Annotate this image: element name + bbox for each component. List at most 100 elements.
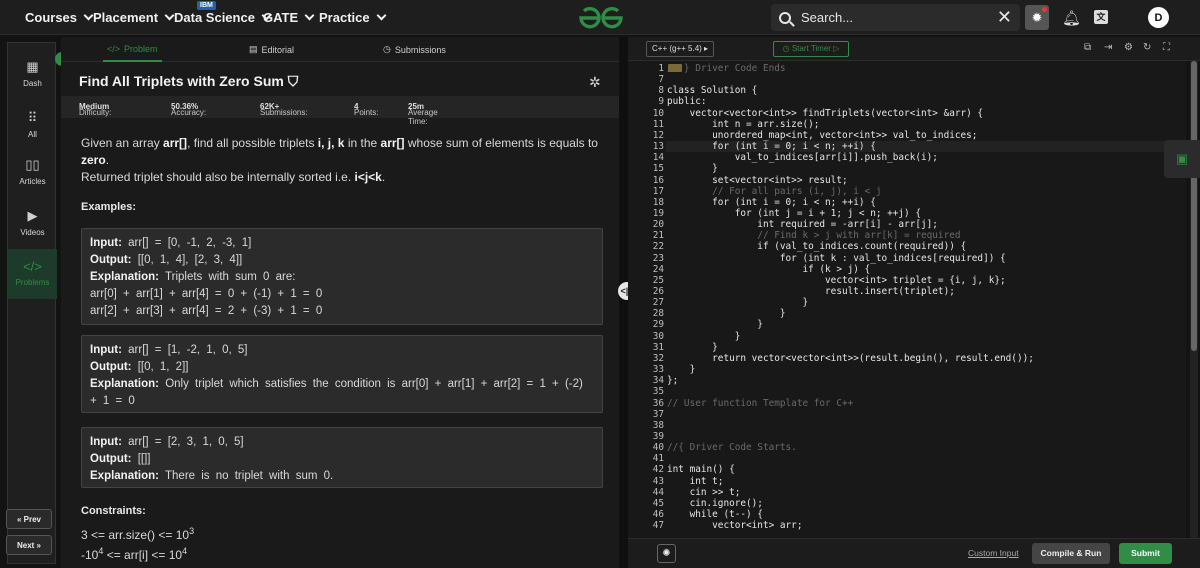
code-line[interactable]: vector<vector<int>> findTriplets(vector<…: [667, 108, 984, 119]
code-line[interactable]: int n = arr.size();: [667, 119, 819, 130]
left-sidebar: ▦ Dash ⠿ All ▯▯ Articles ▶ Videos </> Pr…: [7, 42, 57, 564]
translate-icon[interactable]: 文: [1094, 10, 1108, 24]
line-number: 22: [652, 241, 664, 253]
code-line[interactable]: vector<int> arr;: [667, 520, 802, 531]
tab-editorial[interactable]: ▤ Editorial: [249, 37, 294, 62]
nav-data-science[interactable]: Data Science: [174, 0, 272, 35]
code-line[interactable]: // Find k > j with arr[k] = required: [667, 230, 960, 241]
code-line[interactable]: return vector<vector<int>>(result.begin(…: [667, 353, 1034, 364]
submissions-count: Submissions: 62K+: [260, 102, 308, 117]
nav-practice-label: Practice: [319, 10, 370, 25]
code-icon: </>: [107, 43, 121, 54]
language-select[interactable]: C++ (g++ 5.4) ▸: [646, 41, 714, 57]
bookmark-icon[interactable]: ⛉: [284, 73, 299, 89]
tab-label: Problem: [124, 43, 158, 54]
bell-icon[interactable]: 🔔︎: [1062, 9, 1081, 27]
code-line[interactable]: int main() {: [667, 464, 735, 475]
next-button[interactable]: Next »: [6, 535, 52, 555]
fullscreen-icon[interactable]: ⛶: [1163, 42, 1170, 53]
sidebar-item-videos[interactable]: ▶ Videos: [8, 208, 57, 237]
sidebar-item-label: All: [28, 130, 37, 139]
avatar[interactable]: D: [1148, 7, 1169, 28]
line-number: 26: [652, 286, 664, 297]
code-line[interactable]: // For all pairs (i, j), i < j: [667, 186, 881, 197]
code-line[interactable]: for (int j = i + 1; j < n; ++j) {: [667, 208, 921, 219]
search-text: Search...: [801, 10, 854, 25]
code-line[interactable]: //{ Driver Code Starts.: [667, 442, 797, 453]
code-line[interactable]: if (k > j) {: [667, 264, 870, 275]
editor-scroll-thumb[interactable]: [1191, 61, 1197, 351]
code-line[interactable]: };: [667, 375, 678, 386]
grid-icon: ⠿: [27, 110, 38, 125]
submit-button[interactable]: Submit: [1119, 543, 1172, 564]
start-timer-button[interactable]: ◷ Start Timer ▷: [773, 41, 849, 57]
code-line[interactable]: public:: [667, 96, 707, 107]
code-editor[interactable]: 1// } Driver Code Ends 7 8 class Solution {…: [628, 61, 1186, 538]
folded-region-marker[interactable]: [668, 64, 682, 72]
copy-icon[interactable]: ⧉: [1084, 42, 1091, 53]
tab-submissions[interactable]: ◷ Submissions: [383, 37, 446, 62]
nav-gate[interactable]: GATE: [263, 0, 315, 35]
bug-icon[interactable]: ✲: [589, 74, 601, 91]
code-line[interactable]: cin >> t;: [667, 487, 741, 498]
code-line[interactable]: }: [667, 163, 718, 174]
gfg-logo[interactable]: [578, 6, 624, 30]
line-number: 46: [652, 509, 664, 520]
prev-button[interactable]: « Prev: [6, 509, 52, 529]
code-line[interactable]: if (val_to_indices.count(required)) {: [667, 241, 966, 252]
code-line[interactable]: }: [667, 308, 786, 319]
nav-gate-label: GATE: [263, 10, 299, 25]
code-line[interactable]: // User function Template for C++: [667, 398, 853, 409]
code-line[interactable]: unordered_map<int, vector<int>> val_to_i…: [667, 130, 977, 141]
export-icon[interactable]: ⇥: [1104, 42, 1112, 53]
code-line[interactable]: result.insert(triplet);: [667, 286, 955, 297]
notification-dot: [1042, 7, 1047, 12]
code-line[interactable]: for (int k : val_to_indices[required]) {: [667, 253, 1006, 264]
code-line[interactable]: class Solution {: [667, 85, 757, 96]
sidebar-item-articles[interactable]: ▯▯ Articles: [8, 157, 57, 186]
line-number: 30: [652, 330, 664, 342]
sidebar-item-problems[interactable]: </> Problems: [8, 249, 57, 299]
nav-placement[interactable]: Placement: [93, 0, 175, 35]
sidebar-item-all[interactable]: ⠿ All: [8, 110, 57, 139]
line-number: 13: [652, 141, 664, 153]
nav-courses[interactable]: Courses: [25, 0, 94, 35]
tab-problem[interactable]: </> Problem: [103, 37, 162, 62]
code-line[interactable]: int required = -arr[i] - arr[j];: [667, 219, 938, 230]
nav-practice[interactable]: Practice: [319, 0, 387, 35]
code-line[interactable]: int t;: [667, 476, 724, 487]
code-line[interactable]: while (t--) {: [667, 509, 763, 520]
code-line[interactable]: }: [667, 364, 696, 375]
code-line[interactable]: }: [667, 297, 808, 308]
sun-icon: ✹: [1031, 9, 1043, 25]
theme-toggle-button[interactable]: ✹: [1025, 5, 1049, 30]
code-line[interactable]: // } Driver Code Ends: [667, 63, 786, 74]
code-line[interactable]: cin.ignore();: [667, 498, 763, 509]
lightbulb-icon[interactable]: ✺: [657, 544, 676, 563]
code-line[interactable]: set<vector<int>> result;: [667, 175, 847, 186]
editor-bottom-bar: ✺ Custom Input Compile & Run Submit: [628, 538, 1200, 568]
search-input[interactable]: Search... ✕: [771, 4, 1020, 31]
gear-icon[interactable]: ⚙: [1124, 42, 1133, 53]
line-number: 35: [652, 386, 664, 398]
sidebar-item-dash[interactable]: ▦ Dash: [8, 59, 57, 88]
line-number: 33: [652, 364, 664, 376]
line-number: 24: [652, 263, 664, 275]
reset-icon[interactable]: ↻: [1143, 42, 1151, 53]
line-number: 34: [652, 375, 664, 387]
code-line[interactable]: }: [667, 342, 718, 353]
compile-run-button[interactable]: Compile & Run: [1032, 543, 1110, 564]
code-line[interactable]: for (int i = 0; i < n; ++i) {: [667, 197, 876, 208]
line-number: 23: [652, 252, 664, 264]
custom-input-link[interactable]: Custom Input: [968, 548, 1019, 558]
code-line[interactable]: }: [667, 319, 763, 330]
line-number: 27: [652, 297, 664, 309]
code-line[interactable]: val_to_indices[arr[i]].push_back(i);: [667, 152, 938, 163]
chat-icon[interactable]: ▣: [1164, 140, 1200, 178]
line-number: 29: [652, 319, 664, 331]
code-line[interactable]: }: [667, 331, 741, 342]
code-line[interactable]: for (int i = 0; i < n; ++i) {: [667, 141, 876, 152]
code-line[interactable]: vector<int> triplet = {i, j, k};: [667, 275, 1006, 286]
close-icon[interactable]: ✕: [997, 7, 1012, 28]
panel-divider[interactable]: [619, 37, 628, 568]
